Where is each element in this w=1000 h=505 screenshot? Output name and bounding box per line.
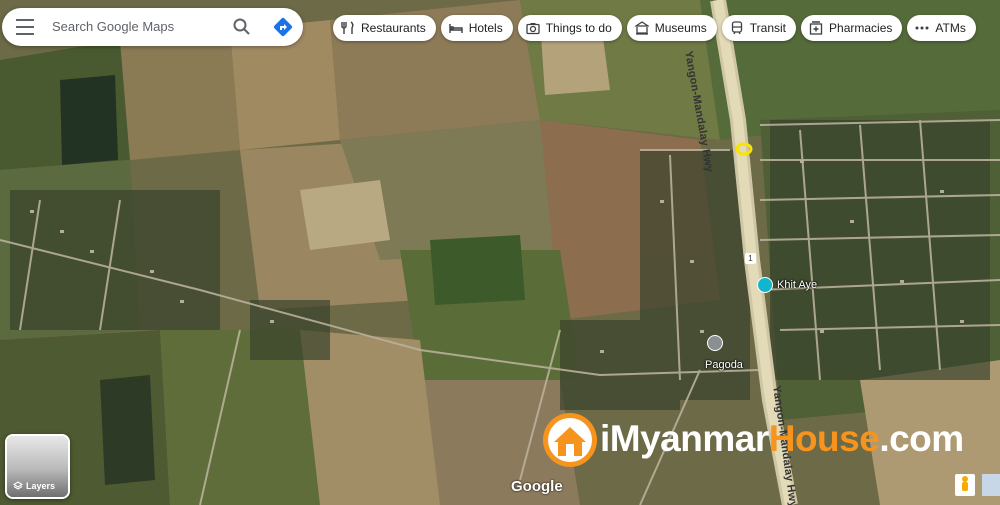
pharmacy-icon [809, 21, 823, 35]
house-logo-icon [543, 413, 597, 467]
chip-label: ATMs [935, 21, 966, 35]
place-label: Pagoda [705, 359, 743, 371]
fork-knife-icon [341, 21, 354, 34]
chip-atms[interactable]: ATMs [907, 15, 976, 41]
chip-label: Pharmacies [829, 21, 893, 35]
search-input[interactable]: Search Google Maps [52, 19, 174, 34]
directions-icon[interactable] [272, 16, 294, 38]
train-icon [731, 21, 742, 35]
place-label: Khit Aye [777, 279, 818, 291]
layers-button[interactable]: Layers [5, 434, 70, 499]
menu-icon[interactable] [16, 19, 34, 35]
chip-transit[interactable]: Transit [721, 15, 797, 41]
chip-label: Things to do [545, 21, 612, 35]
bed-icon [449, 24, 463, 33]
search-box[interactable]: Search Google Maps [2, 8, 303, 46]
camera-icon [526, 23, 540, 35]
shopping-bag-icon [757, 277, 773, 293]
place-khit-aye[interactable]: Khit Aye [757, 277, 817, 293]
atm-icon [915, 26, 929, 30]
chip-restaurants[interactable]: Restaurants [333, 15, 436, 41]
chip-label: Restaurants [361, 21, 426, 35]
google-logo: Google [511, 478, 563, 495]
chip-label: Hotels [468, 21, 503, 35]
chip-hotels[interactable]: Hotels [440, 15, 513, 41]
museum-icon [634, 21, 649, 35]
imagery-thumbnail[interactable] [982, 474, 1000, 496]
pagoda-icon [707, 335, 723, 351]
chip-label: Transit [749, 21, 787, 35]
watermark-text: iMyanmarHouse.com [600, 418, 964, 459]
chip-pharmacies[interactable]: Pharmacies [801, 15, 903, 41]
chip-label: Museums [654, 21, 707, 35]
street-view-pegman-icon[interactable] [955, 474, 975, 496]
search-icon[interactable] [232, 17, 252, 37]
category-chips: Restaurants Hotels Things to do Museums … [333, 15, 976, 41]
chip-museums[interactable]: Museums [626, 15, 717, 41]
imyanmarhouse-watermark: iMyanmarHouse.com [540, 410, 1000, 470]
layers-icon [13, 481, 23, 490]
highway-shield: 1 [745, 253, 756, 264]
place-pagoda[interactable]: Pagoda [705, 335, 743, 371]
chip-things-to-do[interactable]: Things to do [517, 15, 622, 41]
layers-label: Layers [26, 481, 56, 491]
